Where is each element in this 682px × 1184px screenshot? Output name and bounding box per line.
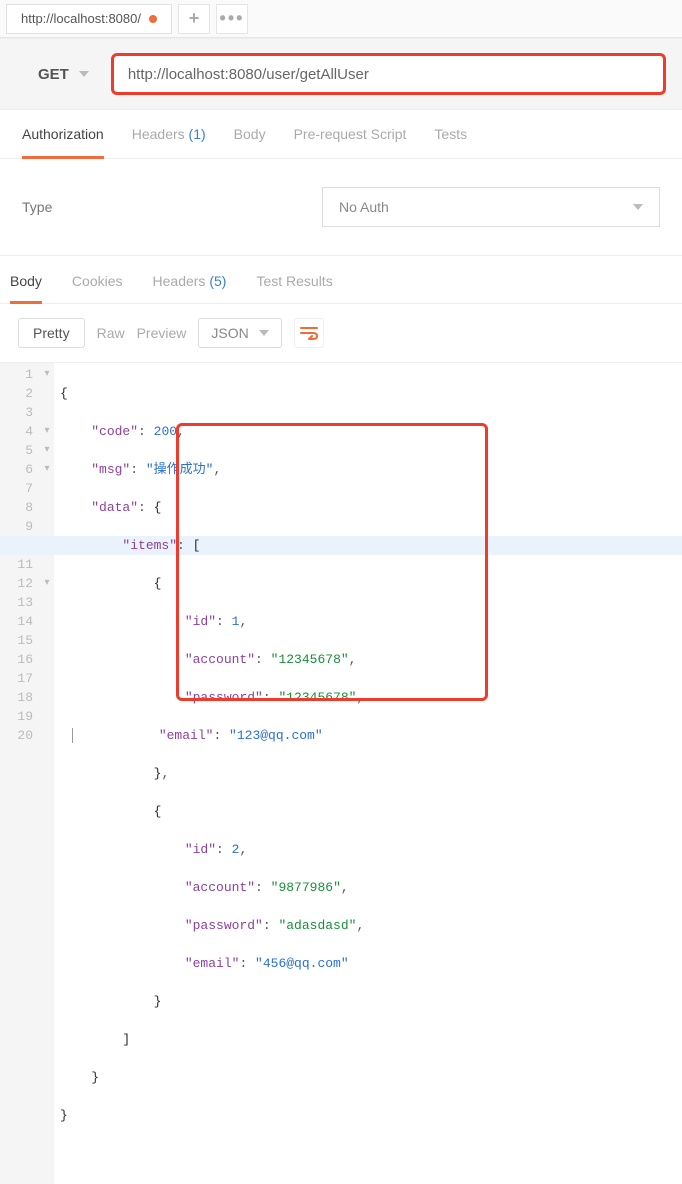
tab-headers[interactable]: Headers (1)	[132, 126, 206, 158]
tab-prerequest[interactable]: Pre-request Script	[294, 126, 407, 158]
auth-type-label: Type	[22, 199, 282, 215]
auth-type-select[interactable]: No Auth	[322, 187, 660, 227]
resp-tab-body[interactable]: Body	[10, 273, 42, 304]
format-label: JSON	[211, 325, 248, 341]
tab-headers-count: (1)	[189, 126, 206, 142]
resp-tab-test-results[interactable]: Test Results	[256, 273, 332, 303]
auth-type-value: No Auth	[339, 199, 389, 215]
response-toolbar: Pretty Raw Preview JSON	[0, 304, 682, 363]
tab-tests[interactable]: Tests	[434, 126, 467, 158]
fold-gutter: ▾▾▾ ▾ ▾	[40, 363, 54, 1184]
tab-strip: http://localhost:8080/ + •••	[0, 0, 682, 38]
tab-body[interactable]: Body	[234, 126, 266, 158]
view-pretty[interactable]: Pretty	[18, 318, 85, 348]
wrap-icon	[300, 326, 318, 340]
http-method-select[interactable]: GET	[16, 53, 111, 95]
new-tab-button[interactable]: +	[178, 4, 210, 34]
response-body: 12345 6789 10 1112131415 1617181920 ▾▾▾ …	[0, 363, 682, 1184]
resp-tab-headers-label: Headers	[153, 273, 206, 289]
chevron-down-icon	[259, 330, 269, 336]
http-method-label: GET	[38, 66, 69, 83]
tab-title: http://localhost:8080/	[21, 11, 141, 26]
chevron-down-icon	[79, 71, 89, 77]
wrap-lines-button[interactable]	[294, 318, 324, 348]
resp-tab-headers-count: (5)	[209, 273, 226, 289]
request-tab[interactable]: http://localhost:8080/	[6, 4, 172, 34]
tab-headers-label: Headers	[132, 126, 185, 142]
url-input[interactable]	[128, 66, 649, 83]
tab-authorization[interactable]: Authorization	[22, 126, 104, 159]
format-select[interactable]: JSON	[198, 318, 281, 348]
response-tabs: Body Cookies Headers (5) Test Results	[0, 256, 682, 304]
chevron-down-icon	[633, 204, 643, 210]
request-subtabs: Authorization Headers (1) Body Pre-reque…	[0, 110, 682, 159]
resp-tab-cookies[interactable]: Cookies	[72, 273, 123, 303]
auth-type-row: Type No Auth	[0, 159, 682, 256]
line-gutter: 12345 6789 10 1112131415 1617181920	[0, 363, 40, 1184]
request-bar: GET	[0, 38, 682, 110]
code-content[interactable]: { "code": 200, "msg": "操作成功", "data": { …	[54, 363, 682, 1184]
cursor-indicator	[72, 728, 73, 743]
unsaved-dot-icon	[149, 15, 157, 23]
url-input-highlight	[111, 53, 666, 95]
view-preview[interactable]: Preview	[137, 325, 187, 341]
tab-menu-button[interactable]: •••	[216, 4, 248, 34]
view-raw[interactable]: Raw	[97, 325, 125, 341]
resp-tab-headers[interactable]: Headers (5)	[153, 273, 227, 303]
